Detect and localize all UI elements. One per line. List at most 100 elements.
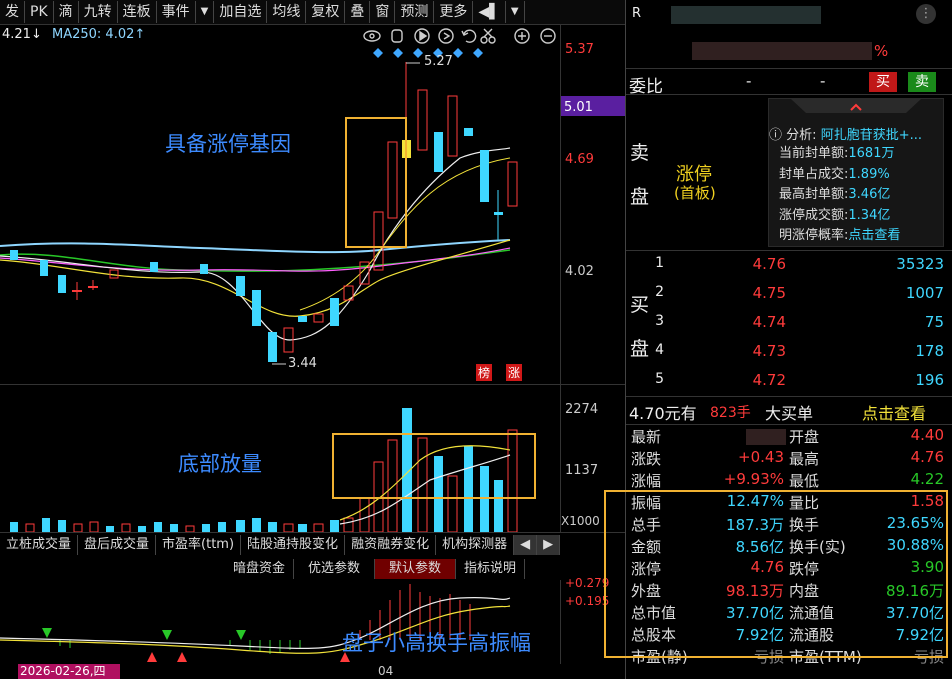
redacted-price [692, 42, 872, 60]
info-icon: ⓘ [769, 128, 783, 143]
redacted-stock-name [671, 6, 821, 24]
highlight-box [345, 117, 407, 248]
weibi-value: - [746, 72, 752, 90]
sell-panel-label: 盘 [630, 186, 650, 208]
toolbar-item[interactable]: 均线 [267, 1, 307, 23]
ma250-label: MA250: 4.02↑ [52, 27, 146, 42]
highlight-box [604, 490, 948, 658]
more-icon[interactable]: ⋮ [916, 4, 936, 24]
toolbar-item[interactable]: 连板 [118, 1, 157, 23]
toolbar-item[interactable]: 九转 [79, 1, 118, 23]
quote-panel: R ⋮ % 委比 - - 买 卖 卖 盘 涨停 (首板) ⓘ 分析: 阿扎胞苷获… [604, 0, 952, 679]
scroll-left-icon[interactable]: ◀ [514, 535, 538, 555]
analysis-link[interactable]: 阿扎胞苷获批+... [821, 128, 922, 143]
view-probability-link[interactable]: 点击查看 [848, 228, 900, 243]
toolbar-item[interactable]: 预测 [395, 1, 435, 23]
indicator-tick: +0.195 [565, 594, 610, 608]
toolbar-item[interactable]: 更多 [434, 1, 474, 23]
volume-tick: 1137 [565, 463, 599, 478]
bid-row: 1 4.76 35323 [655, 255, 944, 273]
toolbar-item[interactable]: 复权 [306, 1, 346, 23]
indicator-tick: +0.279 [565, 576, 610, 590]
dropdown-arrow-icon[interactable]: ▼ [506, 1, 525, 23]
rank-badge[interactable]: 榜 [476, 364, 493, 381]
view-big-order-link[interactable]: 点击查看 [862, 400, 926, 424]
hand-icon[interactable] [391, 29, 403, 43]
kline-chart [0, 62, 518, 365]
toolbar-item[interactable]: 叠 [345, 1, 371, 23]
indicator-annotation: 盘子小高换手高振幅 [342, 631, 531, 655]
collapse-panel-icon[interactable]: ◀▌ [473, 1, 506, 23]
volume-axis-line [560, 385, 561, 533]
stock-code: R [632, 6, 642, 21]
panel-divider [0, 532, 625, 533]
stat-value: 1.89% [848, 166, 890, 182]
divider [626, 250, 952, 251]
bid-row: 3 4.74 75 [655, 313, 944, 331]
header-percent: % [874, 42, 889, 60]
high-price-mark: 5.27 [424, 54, 453, 69]
tab-indicator[interactable]: 陆股通持股变化 [241, 535, 346, 555]
limit-up-info-card: ⓘ 分析: 阿扎胞苷获批+... 当前封单额:1681万 封单占成交:1.89%… [768, 98, 944, 247]
limit-up-stats: 当前封单额:1681万 封单占成交:1.89% 最高封单额:3.46亿 涨停成交… [779, 144, 900, 247]
current-price-marker: 5.01 [561, 96, 625, 116]
quote-row: 涨跌 +0.43 最高 4.76 [631, 448, 944, 468]
dropdown-arrow-icon[interactable]: ▼ [196, 1, 215, 23]
divider [626, 396, 952, 397]
tab-indicator[interactable]: 市盈率(ttm) [156, 535, 242, 555]
toolbar-item[interactable]: 窗 [370, 1, 396, 23]
plus-circle-icon[interactable] [514, 28, 530, 44]
play-circle-icon[interactable] [438, 28, 454, 44]
tab-default-params[interactable]: 默认参数 [375, 559, 457, 579]
tab-optimized-params[interactable]: 优选参数 [294, 559, 376, 579]
price-tick: 5.37 [565, 42, 594, 57]
tab-indicator[interactable]: 融资融券变化 [345, 535, 437, 555]
ma-short-label: 4.21↓ [2, 27, 42, 42]
tab-indicator[interactable]: 盘后成交量 [78, 535, 157, 555]
divider [626, 94, 952, 95]
stat-value: 1681万 [848, 146, 895, 161]
sell-button[interactable]: 卖 [908, 72, 936, 92]
indicator-tab-bar: 立桩成交量 盘后成交量 市盈率(ttm) 陆股通持股变化 融资融券变化 机构探测… [0, 535, 625, 555]
volume-tick: 2274 [565, 402, 599, 417]
stat-value: 3.46亿 [848, 187, 891, 202]
first-board-label: (首板) [674, 184, 716, 202]
stat-label: 当前封单额: [779, 146, 849, 161]
tab-indicator[interactable]: 机构探测器 [436, 535, 515, 555]
divider [626, 424, 952, 425]
analysis-label: 分析: [786, 128, 817, 143]
toolbar-item[interactable]: 加自选 [214, 1, 268, 23]
stat-label: 涨停成交额: [779, 207, 849, 223]
scroll-right-icon[interactable]: ▶ [537, 535, 561, 555]
buy-button[interactable]: 买 [869, 72, 897, 92]
tab-dark-pool[interactable]: 暗盘资金 [225, 559, 295, 579]
eye-icon[interactable] [363, 30, 381, 42]
volume-annotation: 底部放量 [178, 452, 262, 476]
indicator-axis-line [560, 580, 561, 664]
analysis-row: ⓘ 分析: 阿扎胞苷获批+... [769, 124, 922, 143]
tab-indicator-info[interactable]: 指标说明 [456, 559, 526, 579]
toolbar-item[interactable]: 滴 [54, 1, 79, 23]
stat-value: 1.34亿 [848, 207, 891, 223]
low-price-mark: 3.44 [288, 356, 317, 371]
quote-row: 涨幅 +9.93% 最低 4.22 [631, 470, 944, 490]
date-cursor-label: 2026-02-26,四 [18, 664, 120, 679]
panel-divider [0, 384, 625, 385]
highlight-box [332, 433, 536, 499]
weicha-value: - [820, 72, 826, 90]
toolbar-item[interactable]: 事件 [157, 1, 196, 23]
param-tab-bar: 暗盘资金 优选参数 默认参数 指标说明 [225, 559, 526, 579]
tab-indicator[interactable]: 立桩成交量 [0, 535, 79, 555]
bid-row: 5 4.72 196 [655, 371, 944, 389]
stat-label: 明涨停概率: [779, 228, 849, 243]
scissors-icon[interactable] [480, 28, 496, 44]
sell-panel-label: 卖 [630, 142, 650, 164]
minus-circle-icon[interactable] [540, 28, 556, 44]
undo-icon[interactable] [461, 29, 477, 43]
limit-up-badge[interactable]: 涨 [506, 364, 523, 381]
redacted-latest-price [746, 429, 786, 445]
collapse-icon[interactable] [769, 99, 943, 115]
toolbar-item[interactable]: PK [25, 1, 54, 23]
toolbar-item[interactable]: 发 [0, 1, 25, 23]
play-icon[interactable] [414, 28, 430, 44]
